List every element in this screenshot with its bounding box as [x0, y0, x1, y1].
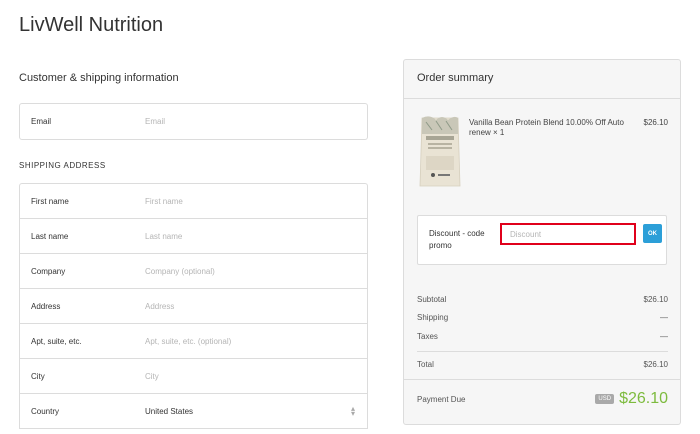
product-name: Vanilla Bean Protein Blend 10.00% Off Au…	[469, 118, 624, 137]
address-label: Address	[31, 301, 61, 311]
order-summary-panel: Order summary Vanilla Bean Protein Blend…	[403, 59, 681, 425]
customer-section-title: Customer & shipping information	[19, 72, 179, 84]
first-name-label: First name	[31, 196, 69, 206]
total-value: $26.10	[643, 360, 668, 369]
payment-due-amount: $26.10	[619, 390, 668, 407]
payment-due-label: Payment Due	[417, 394, 466, 404]
subtotal-row: Subtotal $26.10	[417, 290, 668, 309]
email-label: Email	[31, 117, 52, 126]
payment-due-amount-group: USD $26.10	[595, 390, 668, 408]
address-row: Address	[20, 289, 367, 324]
subtotal-label: Subtotal	[417, 294, 447, 304]
protein-pouch-icon	[418, 112, 462, 195]
email-row: Email	[20, 104, 367, 139]
select-arrows-icon: ▴ ▾	[350, 404, 355, 418]
order-summary-title: Order summary	[404, 60, 680, 99]
city-field[interactable]	[145, 371, 367, 381]
email-box: Email	[19, 103, 368, 140]
total-row: Total $26.10	[417, 358, 668, 372]
company-field[interactable]	[145, 266, 367, 276]
taxes-label: Taxes	[417, 331, 438, 341]
divider	[404, 379, 680, 380]
currency-badge: USD	[595, 394, 615, 404]
country-value: United States	[145, 406, 194, 416]
shipping-label: Shipping	[417, 313, 449, 323]
subtotal-value: $26.10	[643, 294, 668, 304]
apt-label: Apt, suite, etc.	[31, 336, 82, 346]
discount-label: Discount - code promo	[429, 229, 485, 250]
last-name-row: Last name	[20, 219, 367, 254]
company-row: Company	[20, 254, 367, 289]
apply-discount-button[interactable]: OK	[643, 224, 662, 243]
country-select[interactable]: Country United States ▴ ▾	[20, 394, 367, 429]
apt-field[interactable]	[145, 336, 367, 346]
city-label: City	[31, 371, 45, 381]
payment-due-row: Payment Due USD $26.10	[417, 390, 668, 408]
totals-section: Subtotal $26.10 Shipping — Taxes — Total…	[417, 290, 668, 372]
divider	[417, 350, 668, 352]
taxes-value: —	[660, 331, 668, 341]
shipping-row: Shipping —	[417, 309, 668, 328]
address-field[interactable]	[145, 301, 367, 311]
discount-box: Discount - code promo OK	[417, 215, 667, 265]
product-price: $26.10	[643, 118, 668, 127]
email-field[interactable]	[145, 117, 367, 126]
first-name-field[interactable]	[145, 196, 367, 206]
shipping-value: —	[660, 313, 668, 323]
company-label: Company	[31, 266, 66, 276]
total-label: Total	[417, 360, 434, 369]
taxes-row: Taxes —	[417, 327, 668, 346]
store-name: LivWell Nutrition	[19, 14, 164, 36]
shipping-address-box: First name Last name Company Address Apt…	[19, 183, 368, 429]
city-row: City	[20, 359, 367, 394]
discount-input[interactable]	[500, 223, 636, 245]
first-name-row: First name	[20, 184, 367, 219]
last-name-field[interactable]	[145, 231, 367, 241]
country-label: Country	[31, 406, 60, 416]
apt-row: Apt, suite, etc.	[20, 324, 367, 359]
shipping-address-title: SHIPPING ADDRESS	[19, 161, 106, 170]
last-name-label: Last name	[31, 231, 69, 241]
